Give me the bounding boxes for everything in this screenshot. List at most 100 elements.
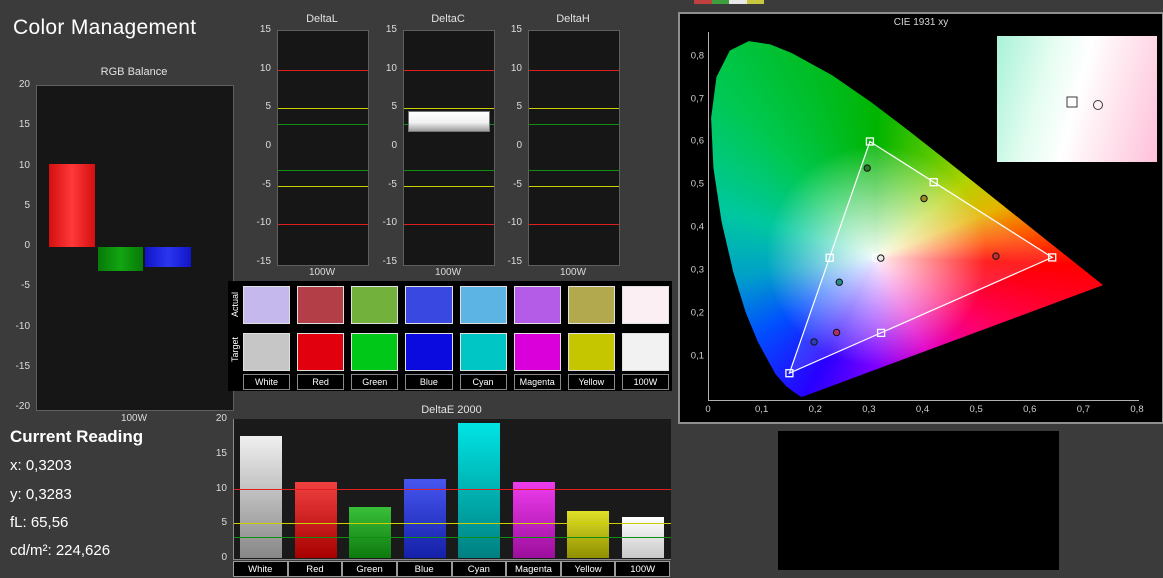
axis-tick-label: 0,3 xyxy=(862,404,876,415)
measured-marker-white xyxy=(877,254,885,262)
axis-tick-label: 0 xyxy=(391,140,397,151)
fragment-swatch xyxy=(729,0,747,4)
axis-tick-label: 0 xyxy=(705,404,711,415)
axis-tick-label: 20 xyxy=(215,413,227,424)
axis-tick-label: 0 xyxy=(24,240,30,251)
delta-l-y-axis: 15 10 5 0 -5 -10 -15 xyxy=(245,25,273,267)
axis-tick-label: 5 xyxy=(265,101,271,113)
axis-tick-label: -10 xyxy=(15,320,30,332)
color-management-screen: Color Management RGB Balance 20 15 10 5 0 -5 -… xyxy=(0,0,1163,578)
swatch-row-label-actual: Actual xyxy=(230,291,240,317)
axis-tick-label: 0 xyxy=(516,140,522,151)
measured-marker-blue xyxy=(810,338,818,346)
axis-tick-label: 15 xyxy=(215,447,227,459)
deltae-bar-magenta xyxy=(512,482,555,558)
swatch-label: 100W xyxy=(621,374,669,390)
axis-tick-label: 0,6 xyxy=(1023,404,1037,415)
rgb-bar-green xyxy=(98,247,143,272)
axis-tick-label: 10 xyxy=(18,159,30,171)
swatch-label: Cyan xyxy=(459,374,507,390)
axis-tick-label: 0,4 xyxy=(690,221,704,233)
delta-c-title: DeltaC xyxy=(431,13,465,25)
screen-edge-fragment xyxy=(694,0,764,4)
reference-line xyxy=(278,170,368,172)
deltae-category-label: White xyxy=(233,561,288,577)
reference-line xyxy=(234,488,671,490)
deltae-category-label: Magenta xyxy=(506,561,561,577)
axis-tick-label: 0,8 xyxy=(690,50,704,62)
rgb-balance-plot xyxy=(36,85,234,411)
reference-line xyxy=(404,185,494,187)
reference-line xyxy=(278,69,368,71)
fragment-swatch xyxy=(694,0,712,4)
reference-line xyxy=(529,108,619,110)
inset-target-marker xyxy=(1066,96,1078,108)
swatch-column: Magenta xyxy=(513,286,561,390)
deltae-bar-blue xyxy=(403,478,446,558)
delta-e-title: DeltaE 2000 xyxy=(421,404,482,416)
axis-tick-label: 0,4 xyxy=(915,404,930,415)
axis-tick-label: 5 xyxy=(221,517,227,529)
rgb-bar-red xyxy=(49,164,95,247)
delta-h-x-label: 100W xyxy=(559,267,587,278)
swatch-label: Green xyxy=(351,374,399,390)
reference-line xyxy=(529,123,619,125)
deltae-category-label: Cyan xyxy=(451,561,507,577)
axis-tick-label: 0,8 xyxy=(1130,404,1144,415)
axis-tick-label: -15 xyxy=(15,360,30,372)
axis-tick-label: 10 xyxy=(259,62,271,74)
axis-tick-label: 15 xyxy=(510,24,522,35)
axis-tick-label: -5 xyxy=(513,178,522,190)
cie-y-axis: 0,1 0,2 0,3 0,4 0,5 0,6 0,7 0,8 xyxy=(682,32,707,400)
cie-x-axis: 0 0,1 0,2 0,3 0,4 0,5 0,6 0,7 0,8 xyxy=(705,403,1143,417)
measured-marker-magenta xyxy=(832,328,841,337)
gamut-target-triangle xyxy=(788,140,1054,375)
swatch-target-blue xyxy=(405,333,453,371)
delta-c-y-axis: 15 10 5 0 -5 -10 -15 xyxy=(371,25,399,267)
reference-line xyxy=(529,69,619,71)
delta-e-plot xyxy=(233,419,671,560)
axis-tick-label: 5 xyxy=(391,101,397,113)
axis-tick-label: 10 xyxy=(385,62,397,74)
swatch-target-red xyxy=(297,333,345,371)
axis-tick-label: -5 xyxy=(262,178,271,190)
swatch-row-label-target: Target xyxy=(230,336,240,362)
reference-line xyxy=(404,69,494,71)
delta-c-x-label: 100W xyxy=(434,267,462,278)
swatch-label: White xyxy=(243,374,291,390)
swatch-actual-red xyxy=(297,286,345,324)
axis-tick-label: 0 xyxy=(265,140,271,151)
swatch-label: Blue xyxy=(405,374,453,390)
swatch-actual-green xyxy=(351,286,399,324)
axis-tick-label: 10 xyxy=(215,482,227,494)
swatch-actual-blue xyxy=(405,286,453,324)
measured-marker-cyan xyxy=(835,278,844,286)
reference-line xyxy=(234,523,671,525)
swatch-target-white xyxy=(243,333,291,371)
reference-line xyxy=(529,170,619,172)
swatch-column: Blue xyxy=(405,286,453,390)
delta-measure-bar xyxy=(408,111,490,132)
delta-h-y-axis: 15 10 5 0 -5 -10 -15 xyxy=(496,25,524,267)
delta-e-category-labels: White Red Green Blue Cyan Magenta Yellow 100W xyxy=(233,561,670,577)
deltae-bar-white xyxy=(240,435,282,558)
swatch-target-cyan xyxy=(459,333,507,371)
swatch-target-magenta xyxy=(513,333,561,371)
delta-c-plot xyxy=(403,30,495,266)
reference-line xyxy=(529,185,619,187)
swatch-columns: White Red Green Blue Cyan Magenta Yellow 100W xyxy=(243,286,669,390)
swatch-actual-cyan xyxy=(459,286,507,324)
deltae-bar-green xyxy=(349,507,391,558)
axis-tick-label: 20 xyxy=(18,79,30,90)
axis-tick-label: 15 xyxy=(259,24,271,35)
axis-tick-label: 10 xyxy=(510,62,522,74)
deltae-category-label: Yellow xyxy=(560,561,616,577)
reference-line xyxy=(404,108,494,110)
swatch-column: Red xyxy=(297,286,345,390)
reading-fl: fL: 65,56 xyxy=(10,514,69,531)
delta-l-x-label: 100W xyxy=(308,267,336,278)
swatch-label: Red xyxy=(297,374,345,390)
swatch-actual-yellow xyxy=(567,286,615,324)
delta-l-plot xyxy=(277,30,369,266)
axis-tick-label: 15 xyxy=(18,119,30,131)
